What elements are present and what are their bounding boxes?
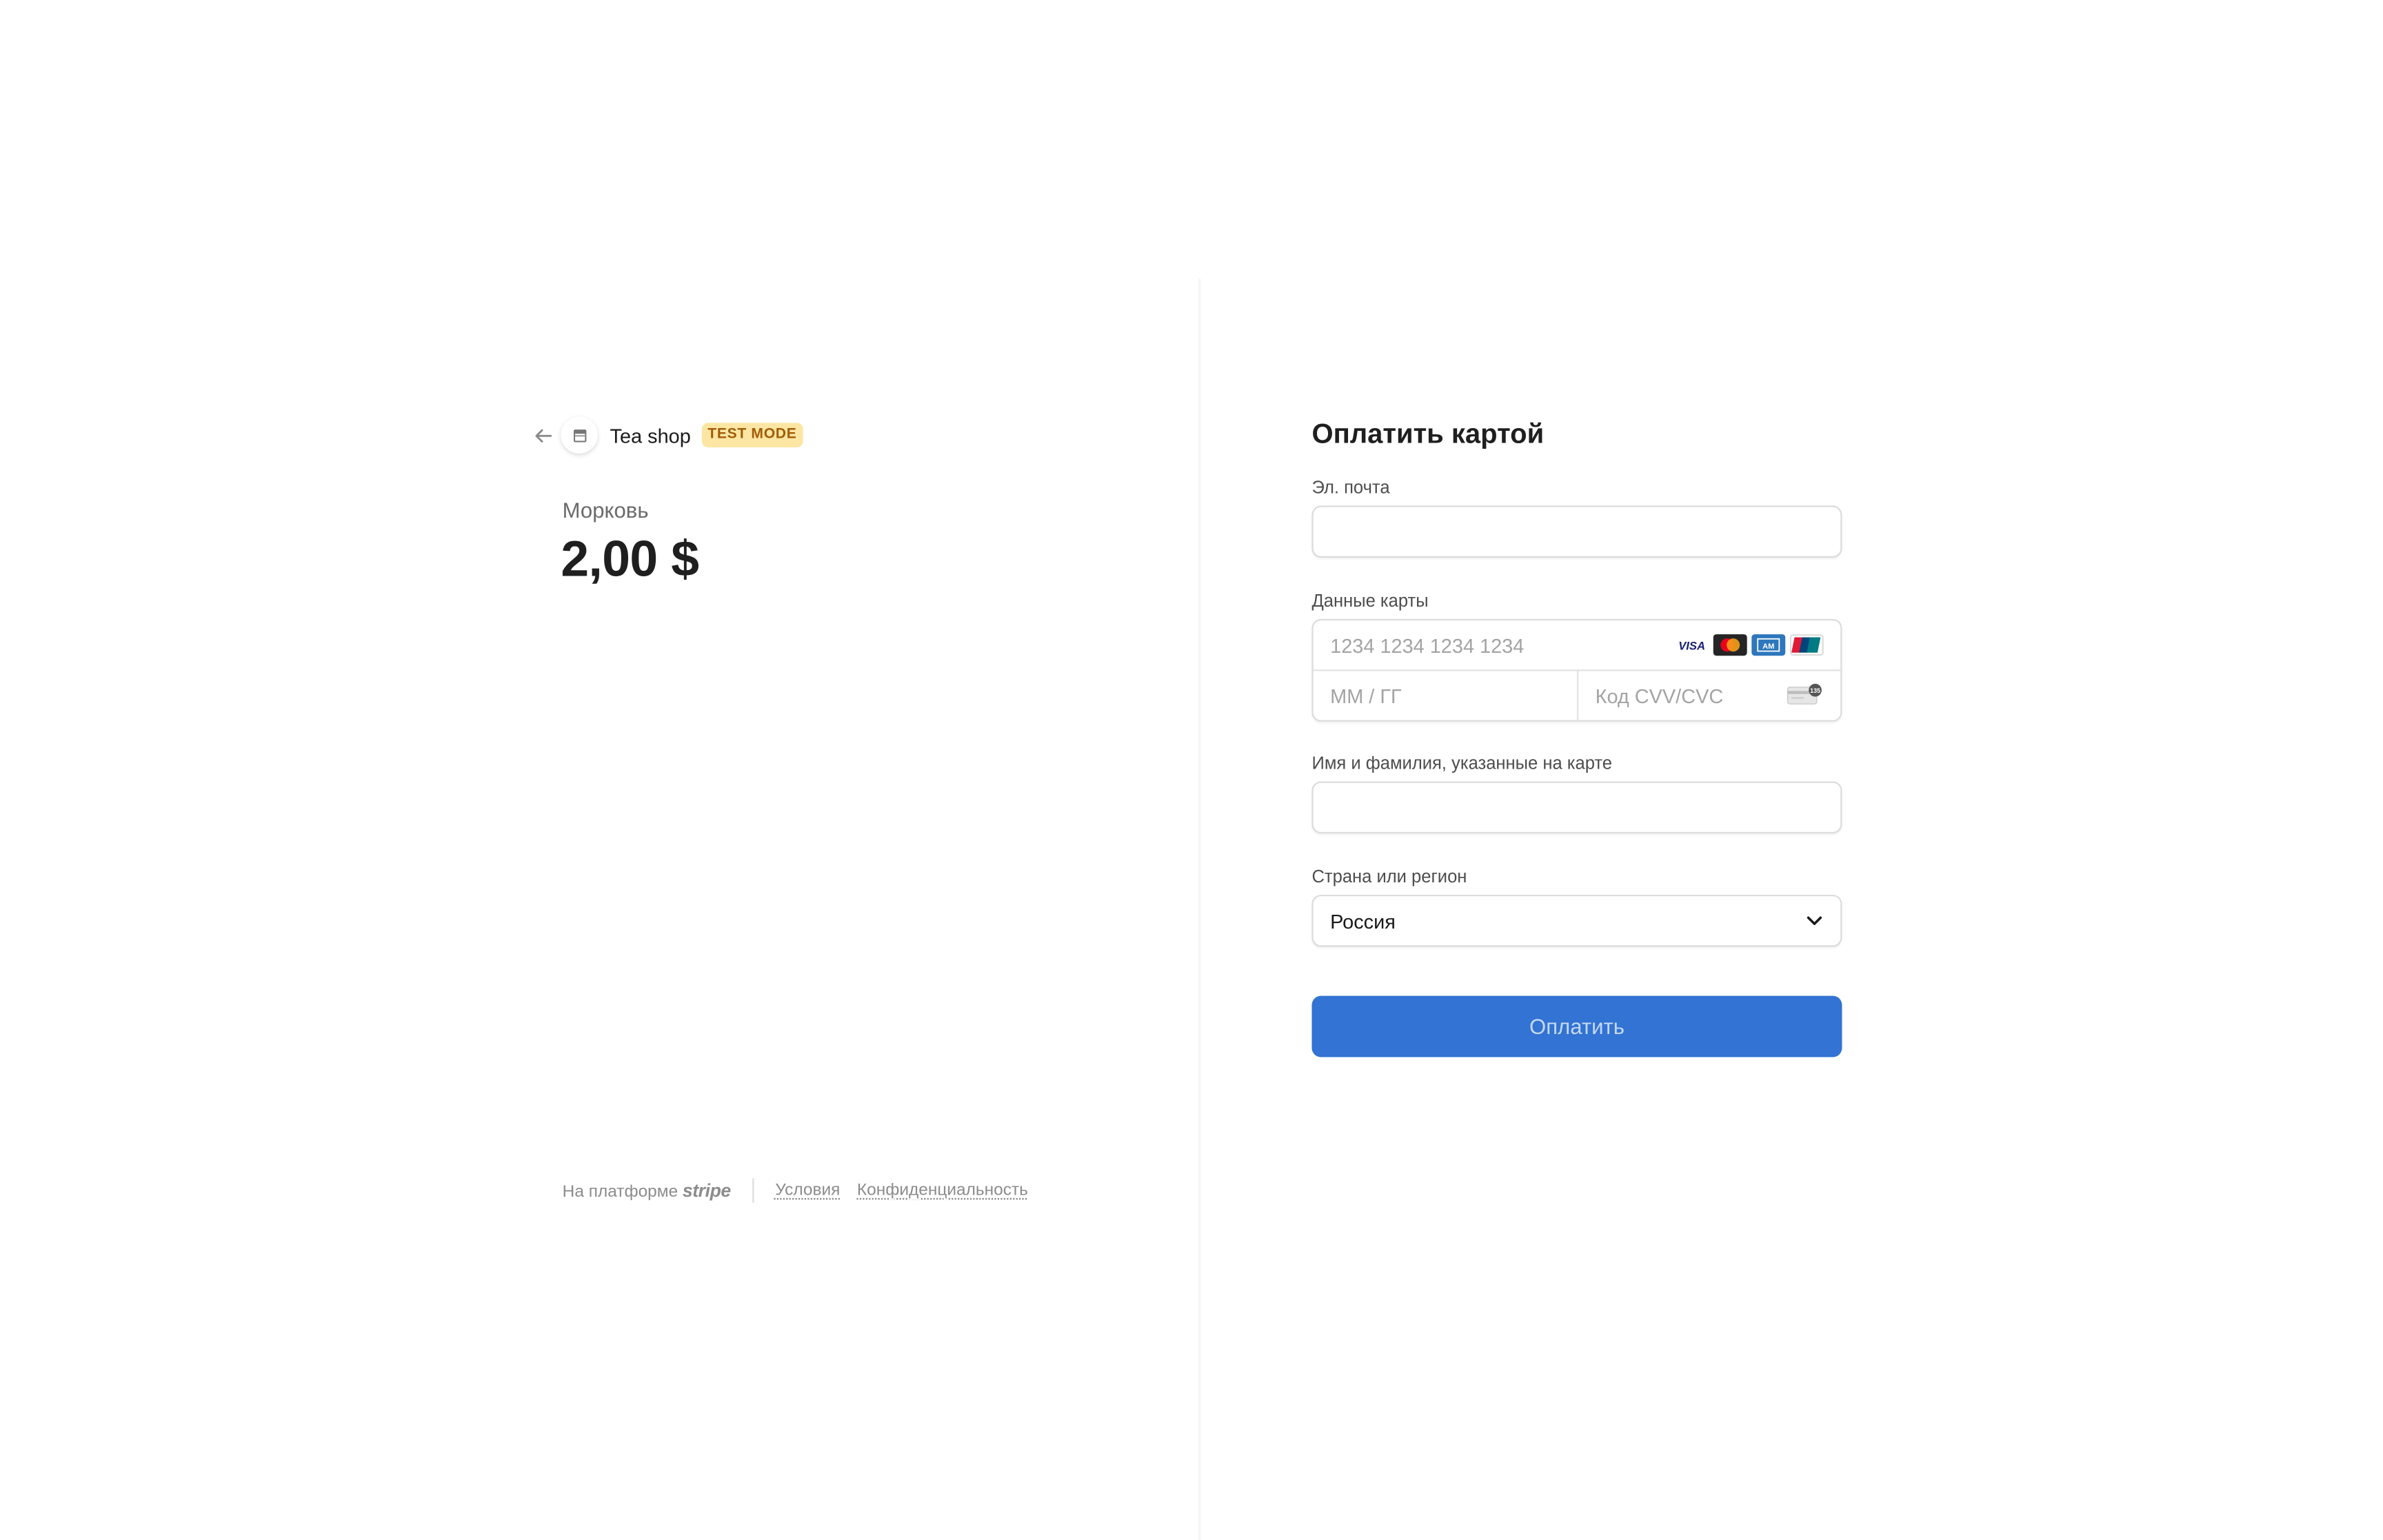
amex-icon: AM xyxy=(1751,634,1786,656)
expiry-input[interactable] xyxy=(1313,671,1577,722)
shop-avatar xyxy=(561,416,598,454)
unionpay-icon xyxy=(1789,634,1824,656)
powered-by[interactable]: На платформе stripe xyxy=(562,1179,732,1202)
visa-icon: VISA xyxy=(1675,634,1709,656)
terms-link[interactable]: Условия xyxy=(775,1182,840,1200)
back-button[interactable] xyxy=(530,423,555,447)
card-details-label: Данные карты xyxy=(1311,593,1429,611)
product-price: 2,00 $ xyxy=(561,529,699,587)
footer-divider xyxy=(752,1178,754,1203)
card-expiry-cvc-row: 135 xyxy=(1313,671,1841,722)
privacy-link[interactable]: Конфиденциальность xyxy=(857,1182,1028,1200)
product-name: Морковь xyxy=(562,498,649,523)
checkout-page: Tea shop TEST MODE Морковь 2,00 $ На пла… xyxy=(0,0,2383,1540)
svg-text:VISA: VISA xyxy=(1678,639,1705,652)
footer: На платформе stripe Условия Конфиденциал… xyxy=(563,1178,1045,1203)
column-divider xyxy=(1198,278,1202,1540)
pay-button[interactable]: Оплатить xyxy=(1311,995,1842,1057)
svg-text:AM: AM xyxy=(1762,642,1774,651)
arrow-left-icon xyxy=(534,428,552,442)
form-title: Оплатить картой xyxy=(1311,418,1545,449)
cardholder-name-field[interactable] xyxy=(1311,781,1842,834)
cvc-cell: 135 xyxy=(1578,671,1841,722)
stripe-logo: stripe xyxy=(682,1179,731,1202)
chevron-down-icon xyxy=(1807,916,1822,925)
test-mode-badge: TEST MODE xyxy=(701,423,803,447)
shop-name: Tea shop xyxy=(610,423,691,447)
svg-text:135: 135 xyxy=(1810,687,1820,694)
country-label: Страна или регион xyxy=(1311,869,1467,887)
country-select[interactable]: Россия xyxy=(1311,894,1842,947)
store-icon xyxy=(572,429,586,442)
country-selected-value: Россия xyxy=(1330,909,1396,933)
payment-form: Оплатить картой Эл. почта Данные карты V… xyxy=(1311,414,1842,1057)
expiry-cell xyxy=(1313,671,1579,722)
cvc-card-icon: 135 xyxy=(1787,683,1823,713)
powered-by-text: На платформе xyxy=(562,1182,678,1202)
email-field[interactable] xyxy=(1311,505,1842,558)
merchant-header: Tea shop TEST MODE xyxy=(530,416,803,454)
card-brand-icons: VISA AM xyxy=(1675,634,1824,656)
mastercard-icon xyxy=(1713,634,1747,656)
cardholder-name-label: Имя и фамилия, указанные на карте xyxy=(1311,755,1613,774)
card-details-group: VISA AM xyxy=(1311,618,1842,722)
email-label: Эл. почта xyxy=(1311,479,1390,498)
card-number-row: VISA AM xyxy=(1313,620,1841,671)
